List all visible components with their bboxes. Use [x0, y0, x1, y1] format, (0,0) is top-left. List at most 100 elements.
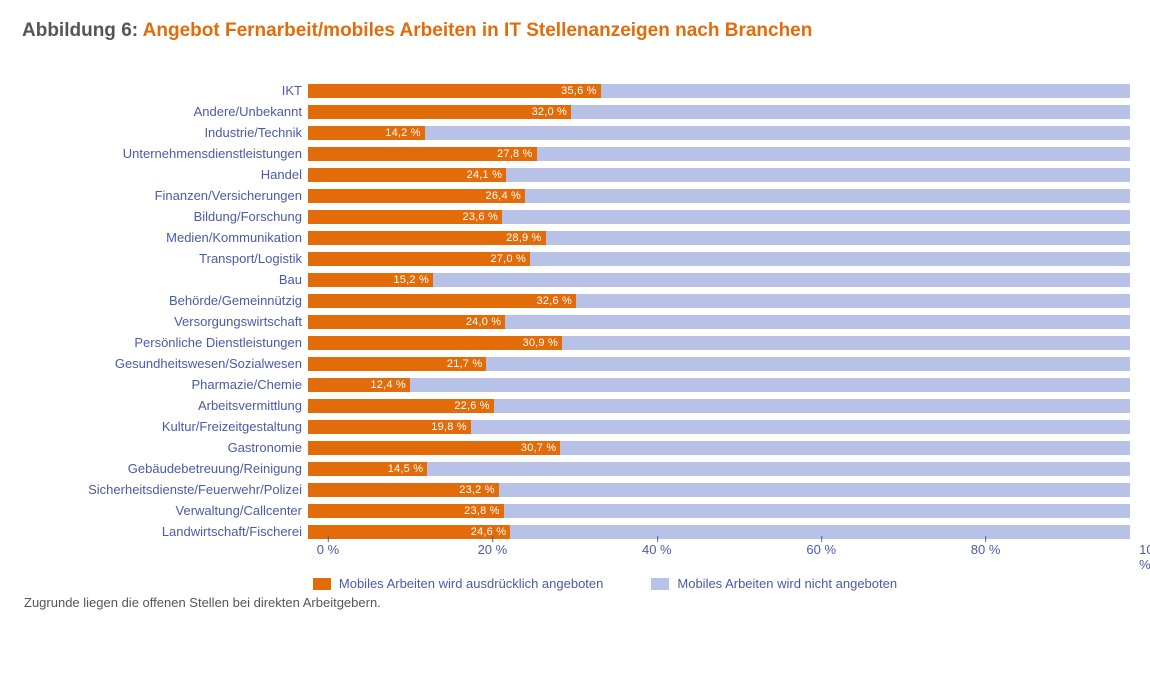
category-label: Transport/Logistik	[80, 252, 308, 265]
bar-row: Versorgungswirtschaft24,0 %	[80, 311, 1130, 332]
bar-track: 24,1 %	[308, 168, 1130, 182]
category-label: Persönliche Dienstleistungen	[80, 336, 308, 349]
category-label: Verwaltung/Callcenter	[80, 504, 308, 517]
bar-segment-offered: 30,9 %	[308, 336, 562, 350]
bar-segment-offered: 23,6 %	[308, 210, 502, 224]
bar-track: 15,2 %	[308, 273, 1130, 287]
axis-tick: 80 %	[971, 542, 1001, 557]
bar-value-label: 19,8 %	[431, 421, 466, 433]
bar-value-label: 23,2 %	[459, 484, 494, 496]
bar-track: 24,0 %	[308, 315, 1130, 329]
bar-row: Medien/Kommunikation 28,9 %	[80, 227, 1130, 248]
category-label: Arbeitsvermittlung	[80, 399, 308, 412]
bar-row: Andere/Unbekannt32,0 %	[80, 101, 1130, 122]
bar-value-label: 30,7 %	[521, 442, 556, 454]
bar-row: IKT 35,6 %	[80, 80, 1130, 101]
bar-segment-offered: 27,8 %	[308, 147, 537, 161]
bar-segment-offered: 32,0 %	[308, 105, 571, 119]
bar-track: 21,7 %	[308, 357, 1130, 371]
bar-row: Bau15,2 %	[80, 269, 1130, 290]
bar-track: 30,7 %	[308, 441, 1130, 455]
bar-value-label: 24,1 %	[467, 169, 502, 181]
bar-track: 12,4 %	[308, 378, 1130, 392]
bar-row: Gesundheitswesen/Sozialwesen 21,7 %	[80, 353, 1130, 374]
axis-tick-label: 80 %	[971, 542, 1001, 557]
category-label: Sicherheitsdienste/Feuerwehr/Polizei	[80, 483, 308, 496]
bar-segment-offered: 24,6 %	[308, 525, 510, 539]
x-axis: 0 %20 %40 %60 %80 %100 %	[328, 542, 1150, 570]
bar-track: 27,0 %	[308, 252, 1130, 266]
category-label: Landwirtschaft/Fischerei	[80, 525, 308, 538]
bar-value-label: 27,0 %	[490, 253, 525, 265]
bar-segment-offered: 19,8 %	[308, 420, 471, 434]
bar-row: Finanzen/Versicherungen26,4 %	[80, 185, 1130, 206]
bar-row: Behörde/Gemeinnützig32,6 %	[80, 290, 1130, 311]
bar-row: Persönliche Dienstleistungen30,9 %	[80, 332, 1130, 353]
axis-tick-label: 0 %	[317, 542, 339, 557]
axis-tick: 0 %	[317, 542, 339, 557]
bar-row: Industrie/Technik 14,2 %	[80, 122, 1130, 143]
legend-item-offered: Mobiles Arbeiten wird ausdrücklich angeb…	[313, 576, 604, 591]
chart-title: Abbildung 6: Angebot Fernarbeit/mobiles …	[22, 20, 1130, 42]
bar-row: Gastronomie30,7 %	[80, 437, 1130, 458]
bar-segment-offered: 27,0 %	[308, 252, 530, 266]
bar-row: Landwirtschaft/Fischerei24,6 %	[80, 521, 1130, 542]
legend-swatch-blue	[651, 578, 669, 590]
axis-tick-label: 100 %	[1139, 542, 1150, 572]
axis-tick: 60 %	[806, 542, 836, 557]
bar-value-label: 14,2 %	[385, 127, 420, 139]
bar-row: Bildung/Forschung23,6 %	[80, 206, 1130, 227]
legend-item-not-offered: Mobiles Arbeiten wird nicht angeboten	[651, 576, 897, 591]
bar-track: 14,5 %	[308, 462, 1130, 476]
category-label: IKT	[80, 84, 308, 97]
bar-row: Sicherheitsdienste/Feuerwehr/Polizei 23,2…	[80, 479, 1130, 500]
axis-tick: 40 %	[642, 542, 672, 557]
axis-tick-label: 40 %	[642, 542, 672, 557]
axis-tick: 100 %	[1139, 542, 1150, 572]
title-prefix: Abbildung 6:	[22, 20, 143, 41]
category-label: Gesundheitswesen/Sozialwesen	[80, 357, 308, 370]
bar-segment-offered: 12,4 %	[308, 378, 410, 392]
bar-value-label: 23,8 %	[464, 505, 499, 517]
axis-tick-label: 60 %	[806, 542, 836, 557]
bar-value-label: 21,7 %	[447, 358, 482, 370]
bar-track: 28,9 %	[308, 231, 1130, 245]
bar-segment-offered: 28,9 %	[308, 231, 546, 245]
category-label: Bau	[80, 273, 308, 286]
bar-segment-offered: 35,6 %	[308, 84, 601, 98]
bar-segment-offered: 32,6 %	[308, 294, 576, 308]
bar-segment-offered: 21,7 %	[308, 357, 486, 371]
bar-value-label: 27,8 %	[497, 148, 532, 160]
category-label: Industrie/Technik	[80, 126, 308, 139]
legend-swatch-orange	[313, 578, 331, 590]
bar-track: 23,6 %	[308, 210, 1130, 224]
category-label: Behörde/Gemeinnützig	[80, 294, 308, 307]
bar-track: 32,6 %	[308, 294, 1130, 308]
bar-value-label: 12,4 %	[370, 379, 405, 391]
bar-segment-offered: 23,2 %	[308, 483, 499, 497]
bar-chart: IKT35,6 %Andere/Unbekannt32,0 %Industrie…	[80, 80, 1130, 570]
bar-track: 35,6 %	[308, 84, 1130, 98]
bar-segment-offered: 24,1 %	[308, 168, 506, 182]
bar-track: 23,8 %	[308, 504, 1130, 518]
title-main: Angebot Fernarbeit/mobiles Arbeiten in I…	[143, 20, 813, 41]
bar-value-label: 35,6 %	[561, 85, 596, 97]
bar-track: 32,0 %	[308, 105, 1130, 119]
legend: Mobiles Arbeiten wird ausdrücklich angeb…	[80, 576, 1130, 591]
category-label: Pharmazie/Chemie	[80, 378, 308, 391]
bar-track: 30,9 %	[308, 336, 1130, 350]
category-label: Medien/Kommunikation	[80, 231, 308, 244]
bar-row: Unternehmensdienstleistungen27,8 %	[80, 143, 1130, 164]
bar-segment-offered: 24,0 %	[308, 315, 505, 329]
bar-track: 26,4 %	[308, 189, 1130, 203]
bar-row: Gebäudebetreuung/Reinigung14,5 %	[80, 458, 1130, 479]
bar-segment-offered: 14,5 %	[308, 462, 427, 476]
category-label: Andere/Unbekannt	[80, 105, 308, 118]
bar-track: 23,2 %	[308, 483, 1130, 497]
category-label: Gebäudebetreuung/Reinigung	[80, 462, 308, 475]
bar-track: 27,8 %	[308, 147, 1130, 161]
axis-tick-label: 20 %	[478, 542, 508, 557]
bar-segment-offered: 30,7 %	[308, 441, 560, 455]
bar-value-label: 28,9 %	[506, 232, 541, 244]
bar-track: 14,2 %	[308, 126, 1130, 140]
